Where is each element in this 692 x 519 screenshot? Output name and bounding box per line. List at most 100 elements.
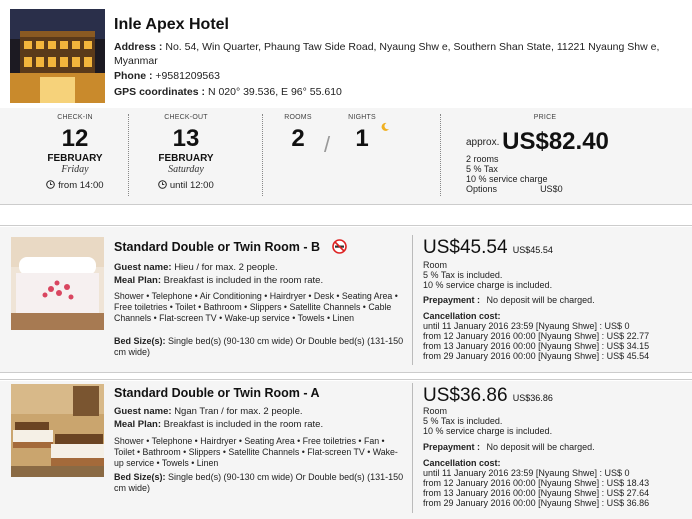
- divider: [128, 114, 129, 196]
- price-options-label: Options: [466, 184, 498, 194]
- price-options: Options US$0: [466, 184, 626, 194]
- room-guest: Guest name: Hieu / for max. 2 people.: [114, 262, 404, 273]
- hotel-name: Inle Apex Hotel: [114, 16, 229, 33]
- meal-label: Meal Plan:: [114, 419, 161, 430]
- no-smoking-icon: [331, 239, 347, 257]
- cancel-row: from 12 January 2016 00:00 [Nyaung Shwe]…: [423, 478, 650, 488]
- checkin-month: FEBRUARY: [47, 153, 103, 164]
- room-bed: Bed Size(s): Single bed(s) (90-130 cm wi…: [114, 472, 404, 494]
- stay-summary: CHECK-IN 12 FEBRUARY Friday from 14:00 C…: [0, 108, 692, 205]
- room-service: 10 % service charge is included.: [423, 280, 553, 290]
- guest-label: Guest name:: [114, 406, 172, 417]
- room-card: Standard Double or Twin Room - A Guest n…: [0, 381, 692, 519]
- prepay-value: No deposit will be charged.: [486, 295, 595, 305]
- cancel-row: from 29 January 2016 00:00 [Nyaung Shwe]…: [423, 498, 650, 508]
- room-title: Standard Double or Twin Room - B: [114, 239, 347, 257]
- room-title: Standard Double or Twin Room - A: [114, 386, 320, 400]
- checkout-weekday: Saturday: [168, 164, 204, 175]
- room-bed: Bed Size(s): Single bed(s) (90-130 cm wi…: [114, 336, 404, 358]
- room-price: US$36.86 US$36.86: [423, 385, 553, 407]
- checkout-month: FEBRUARY: [158, 153, 214, 164]
- room-service: 10 % service charge is included.: [423, 426, 553, 436]
- gps-value: N 020° 39.536, E 96° 55.610: [207, 86, 342, 98]
- guest-value: Ngan Tran / for max. 2 people.: [174, 406, 303, 417]
- room-guest: Guest name: Ngan Tran / for max. 2 peopl…: [114, 406, 404, 417]
- cancel-row: until 11 January 2016 23:59 [Nyaung Shwe…: [423, 468, 630, 478]
- checkin-weekday: Friday: [61, 164, 89, 175]
- room-unit: Room: [423, 260, 448, 270]
- room-unit: Room: [423, 406, 448, 416]
- room-photo: [11, 384, 104, 477]
- cancel-label: Cancellation cost:: [423, 311, 501, 321]
- meal-label: Meal Plan:: [114, 275, 161, 286]
- address-value: No. 54, Win Quarter, Phaung Taw Side Roa…: [114, 41, 660, 67]
- room-cancellation: Cancellation cost: until 11 January 2016…: [423, 458, 683, 508]
- checkout-day: 13: [172, 125, 200, 152]
- room-meal: Meal Plan: Breakfast is included in the …: [114, 275, 404, 286]
- room-tax: 5 % Tax is included.: [423, 270, 503, 280]
- price-label: PRICE: [533, 114, 557, 121]
- hotel-photo: [10, 9, 105, 103]
- checkin-label: CHECK-IN: [57, 114, 93, 121]
- rooms-block: ROOMS 2: [278, 114, 318, 153]
- cancel-row: until 11 January 2016 23:59 [Nyaung Shwe…: [423, 321, 630, 331]
- cancel-row: from 29 January 2016 00:00 [Nyaung Shwe]…: [423, 351, 650, 361]
- prepay-label: Prepayment :: [423, 295, 481, 305]
- room-price: US$45.54 US$45.54: [423, 237, 553, 259]
- bed-label: Bed Size(s):: [114, 336, 166, 346]
- checkout-label: CHECK-OUT: [164, 114, 208, 121]
- checkin-block: CHECK-IN 12 FEBRUARY Friday from 14:00: [25, 114, 125, 192]
- bed-label: Bed Size(s):: [114, 472, 166, 482]
- room-title-text: Standard Double or Twin Room - A: [114, 386, 320, 400]
- nights-block: NIGHTS 1: [340, 114, 384, 153]
- divider: [412, 383, 413, 513]
- phone-label: Phone :: [114, 70, 153, 82]
- cancel-label: Cancellation cost:: [423, 458, 501, 468]
- cancel-row: from 13 January 2016 00:00 [Nyaung Shwe]…: [423, 341, 650, 351]
- room-price-details: Room 5 % Tax is included. 10 % service c…: [423, 406, 683, 436]
- cancel-row: from 13 January 2016 00:00 [Nyaung Shwe]…: [423, 488, 650, 498]
- guest-value: Hieu / for max. 2 people.: [174, 262, 278, 273]
- room-prepayment: Prepayment : No deposit will be charged.: [423, 442, 683, 452]
- room-divider: [0, 372, 692, 380]
- rooms-count: 2: [291, 125, 305, 152]
- checkin-time-text: from 14:00: [58, 180, 104, 191]
- prepay-label: Prepayment :: [423, 442, 481, 452]
- room-tax: 5 % Tax is included.: [423, 416, 503, 426]
- price-rooms: 2 rooms: [466, 154, 499, 164]
- checkout-block: CHECK-OUT 13 FEBRUARY Saturday until 12:…: [136, 114, 236, 192]
- room-price-value: US$36.86: [423, 385, 508, 406]
- room-prepayment: Prepayment : No deposit will be charged.: [423, 295, 683, 305]
- price-approx: approx.: [466, 137, 500, 148]
- gps-label: GPS coordinates :: [114, 86, 206, 98]
- hotel-phone: Phone : +9581209563: [114, 69, 674, 83]
- divider: [262, 114, 263, 196]
- meal-value: Breakfast is included in the room rate.: [163, 275, 324, 286]
- room-card: Standard Double or Twin Room - B Guest n…: [0, 227, 692, 372]
- room-amenities: Shower • Telephone • Hairdryer • Seating…: [114, 436, 398, 468]
- clock-icon: [46, 180, 56, 192]
- clock-icon: [158, 180, 168, 192]
- price-service: 10 % service charge: [466, 174, 548, 184]
- divider: [412, 235, 413, 365]
- hotel-header: Inle Apex Hotel Address : No. 54, Win Qu…: [0, 0, 692, 108]
- checkin-time: from 14:00: [25, 180, 125, 192]
- price-total-row: approx. US$82.40: [466, 128, 609, 156]
- address-label: Address :: [114, 41, 163, 53]
- room-price-value: US$45.54: [423, 237, 508, 258]
- moon-icon: [380, 122, 390, 135]
- room-meal: Meal Plan: Breakfast is included in the …: [114, 419, 404, 430]
- price-total: US$82.40: [502, 128, 609, 155]
- checkout-time-text: until 12:00: [169, 180, 214, 191]
- price-options-value: US$0: [540, 184, 563, 194]
- hotel-address: Address : No. 54, Win Quarter, Phaung Ta…: [114, 40, 674, 68]
- checkout-time: until 12:00: [136, 180, 236, 192]
- hotel-gps: GPS coordinates : N 020° 39.536, E 96° 5…: [114, 85, 674, 99]
- checkin-day: 12: [61, 125, 89, 152]
- rooms-nights-slash: /: [323, 132, 331, 157]
- nights-count: 1: [355, 125, 369, 152]
- spacer: [0, 205, 692, 226]
- prepay-value: No deposit will be charged.: [486, 442, 595, 452]
- room-price-small: US$45.54: [512, 245, 553, 255]
- room-price-details: Room 5 % Tax is included. 10 % service c…: [423, 260, 683, 290]
